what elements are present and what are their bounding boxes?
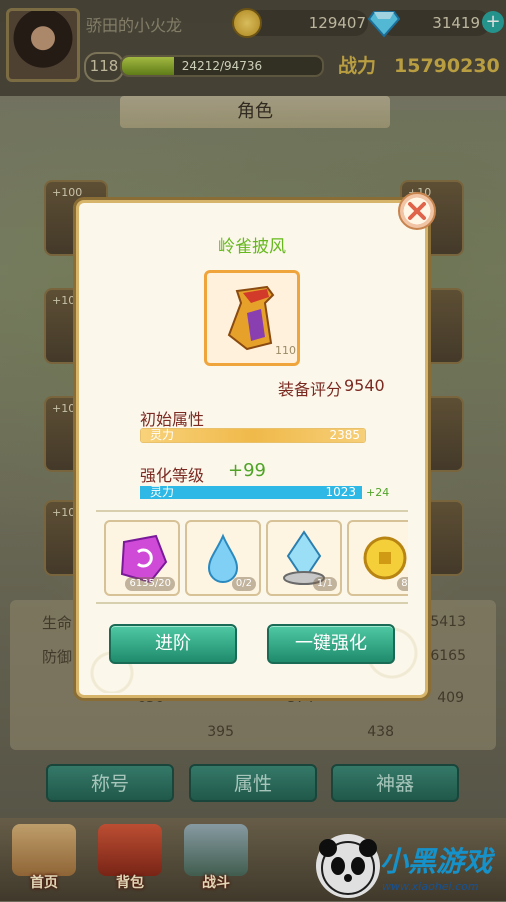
base-attribute-title: 初始属性 [140,410,205,429]
enhance-all-button[interactable]: 一键强化 [267,624,395,664]
rating-value: 9540 [344,376,385,395]
material-slot[interactable]: 85 [347,520,408,596]
close-button[interactable] [398,192,436,230]
material-count: 0/2 [231,577,256,591]
item-name: 岭雀披风 [218,237,286,257]
material-slot[interactable]: 0/2 [185,520,261,596]
material-slot[interactable]: 1/1 [266,520,342,596]
advance-button[interactable]: 进阶 [109,624,237,664]
material-count: 1/1 [312,577,337,591]
item-level: 110 [275,344,296,357]
base-attribute-name: 灵力 [150,428,175,442]
material-slot[interactable]: 6135/20 [104,520,180,596]
enhance-attribute-name: 灵力 [150,485,175,499]
rating-label: 装备评分 [277,380,342,399]
material-count: 85 [397,577,408,591]
enhance-title: 强化等级 [140,466,205,485]
divider [96,510,408,512]
enhance-level: +99 [228,460,266,481]
material-count: 6135/20 [125,577,175,591]
material-list[interactable]: 6135/20 0/2 1/1 85 [104,518,408,598]
enhance-attribute-bonus: +24 [366,486,390,499]
base-attribute-value: 2385 [329,428,360,442]
divider [96,602,408,604]
enhance-attribute-value: 1023 [325,485,356,499]
close-icon [408,202,426,220]
